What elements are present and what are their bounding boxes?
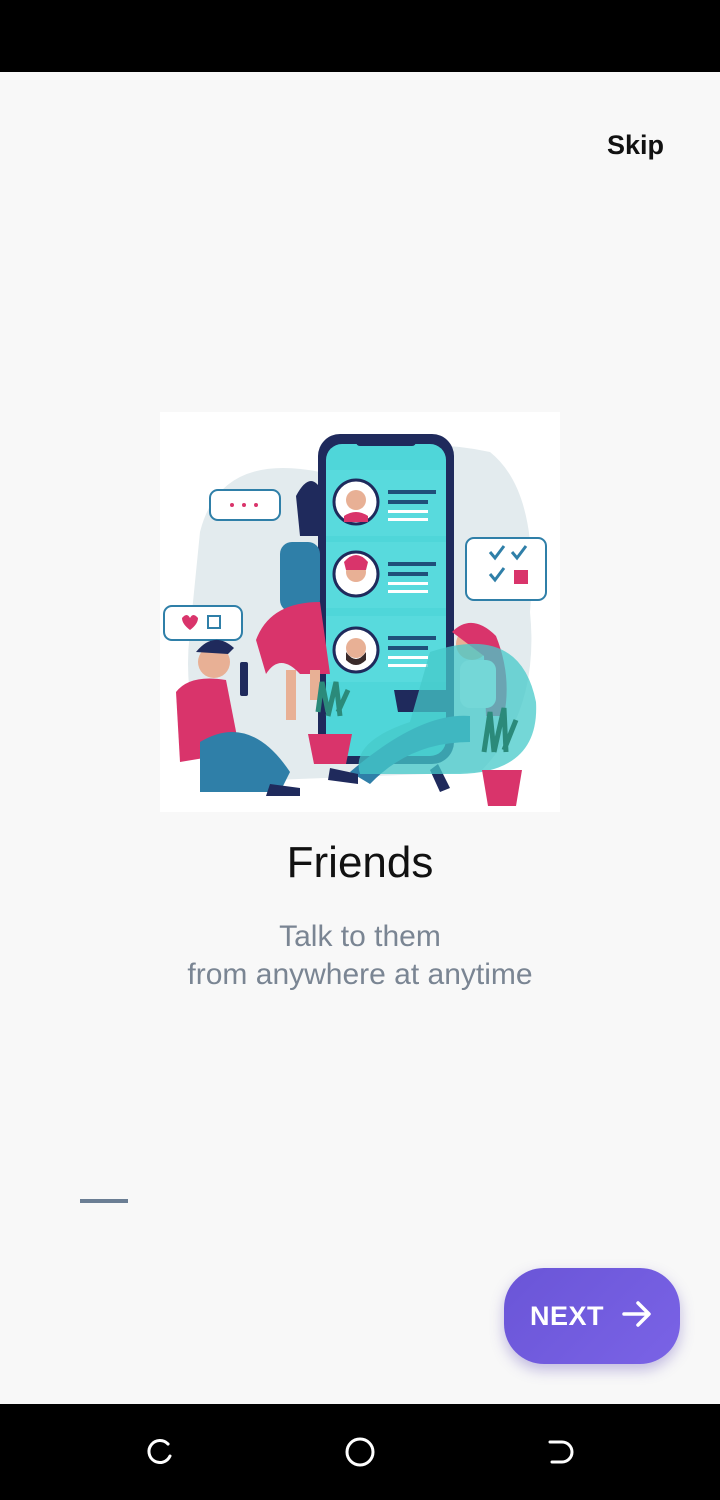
- subtitle-line-1: Talk to them: [279, 920, 441, 953]
- navigation-bar: [0, 1404, 720, 1500]
- status-bar: [0, 0, 720, 72]
- next-button-label: NEXT: [529, 1300, 604, 1331]
- back-icon[interactable]: [542, 1434, 578, 1470]
- arrow-right-icon: [620, 1297, 654, 1336]
- onboarding-title: Friends: [286, 838, 434, 887]
- skip-button[interactable]: Skip: [607, 130, 664, 161]
- next-button[interactable]: NEXT: [504, 1268, 680, 1364]
- onboarding-illustration: [160, 412, 560, 812]
- home-icon[interactable]: [342, 1434, 378, 1470]
- page-indicator: [80, 1199, 128, 1203]
- recents-icon[interactable]: [142, 1434, 178, 1470]
- subtitle-line-2: from anywhere at anytime: [187, 958, 533, 991]
- onboarding-subtitle: Talk to them from anywhere at anytime: [0, 918, 720, 994]
